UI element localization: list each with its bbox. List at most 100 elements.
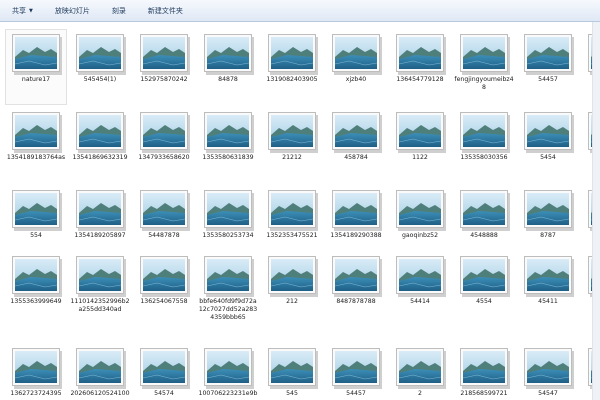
file-item[interactable]: 1353580631839 [198, 108, 258, 182]
file-item[interactable]: 13541869632319 [70, 108, 130, 182]
landscape-photo-icon [335, 37, 377, 69]
landscape-photo-icon [527, 351, 569, 383]
file-item[interactable]: 1347933658620 [134, 108, 194, 182]
file-item[interactable]: 545454(1) [70, 30, 130, 104]
landscape-photo-icon [15, 259, 57, 291]
file-item[interactable]: 54574 [134, 344, 194, 400]
file-item[interactable]: 84878 [198, 30, 258, 104]
file-item[interactable]: 1355363999649 [6, 252, 66, 326]
vertical-scrollbar[interactable] [592, 22, 600, 400]
landscape-photo-icon [463, 351, 505, 383]
file-item[interactable]: 1354189205897 [70, 186, 130, 260]
file-item[interactable]: 4 [582, 186, 592, 260]
file-thumbnail [460, 34, 508, 72]
new-folder-label: 新建文件夹 [147, 6, 183, 15]
landscape-photo-icon [463, 37, 505, 69]
landscape-photo-icon [335, 115, 377, 147]
file-item[interactable]: 1354 [582, 252, 592, 326]
file-item[interactable]: 1362723724395 [6, 344, 66, 400]
file-item[interactable]: 5454 [518, 108, 578, 182]
file-item[interactable]: 54487878 [134, 186, 194, 260]
landscape-photo-icon [207, 351, 249, 383]
landscape-photo-icon [207, 193, 249, 225]
file-item[interactable]: gaoqinbz52 [390, 186, 450, 260]
file-item[interactable]: 45411 [518, 252, 578, 326]
file-item[interactable]: 458784 [326, 108, 386, 182]
file-item[interactable]: 212 [262, 252, 322, 326]
file-item[interactable]: 54414 [390, 252, 450, 326]
file-thumbnail [76, 190, 124, 228]
file-name: nature17 [21, 76, 51, 83]
file-item[interactable]: 100706223231e9b [198, 344, 258, 400]
file-name: bbfe640fd9f9d72a12c7027dd52a2834359bbb65 [198, 298, 258, 321]
file-name: 1110142352996b2a255dd340ad [70, 298, 130, 313]
file-item[interactable]: nature17 [5, 29, 67, 105]
slideshow-button[interactable]: 放映幻灯片 [49, 4, 96, 18]
landscape-photo-icon [79, 193, 121, 225]
file-name: 84878 [218, 76, 238, 83]
file-item[interactable] [582, 344, 592, 400]
landscape-photo-icon [143, 351, 185, 383]
file-item[interactable]: 8787 [518, 186, 578, 260]
file-item[interactable]: 1319082403905 [262, 30, 322, 104]
burn-button[interactable]: 刻录 [106, 4, 132, 18]
file-thumbnail [204, 348, 252, 386]
file-thumbnail [76, 112, 124, 150]
file-name: fengjingyoumeibz48 [454, 76, 514, 91]
file-thumbnail [140, 190, 188, 228]
file-item[interactable]: 54457 [518, 30, 578, 104]
file-item[interactable]: fengjingyoumeibz48 [454, 30, 514, 104]
file-thumbnail [76, 348, 124, 386]
file-name: 4 [582, 232, 592, 240]
landscape-photo-icon [399, 193, 441, 225]
file-item[interactable]: 4548888 [454, 186, 514, 260]
file-item[interactable]: xjzb40 [326, 30, 386, 104]
file-name: 1319082403905 [266, 76, 318, 83]
file-item[interactable]: 8487878788 [326, 252, 386, 326]
file-item[interactable]: 136254067558 [134, 252, 194, 326]
file-name: 1347933658620 [138, 154, 190, 161]
landscape-photo-icon [335, 259, 377, 291]
file-thumbnail [396, 34, 444, 72]
file-name: 554 [30, 232, 42, 239]
file-item[interactable]: 554 [6, 186, 66, 260]
file-item[interactable]: 152975870242 [134, 30, 194, 104]
file-item[interactable]: bbfe640fd9f9d72a12c7027dd52a2834359bbb65 [198, 252, 258, 326]
file-thumbnail [76, 256, 124, 294]
file-thumbnail [396, 190, 444, 228]
file-item[interactable]: 1354189290388 [326, 186, 386, 260]
file-thumbnail [12, 348, 60, 386]
file-item[interactable]: 1122 [390, 108, 450, 182]
file-thumbnail [204, 112, 252, 150]
file-item[interactable]: 54457 [326, 344, 386, 400]
file-item[interactable]: 1354 [582, 30, 592, 104]
file-item[interactable]: 5 [582, 108, 592, 182]
file-item[interactable]: 136454779128 [390, 30, 450, 104]
file-item[interactable]: 4554 [454, 252, 514, 326]
file-name: 136254067558 [140, 298, 188, 305]
file-item[interactable]: 1352353475521 [262, 186, 322, 260]
file-item[interactable]: 1110142352996b2a255dd340ad [70, 252, 130, 326]
new-folder-button[interactable]: 新建文件夹 [142, 4, 189, 18]
share-button[interactable]: 共享 ▼ [6, 4, 39, 18]
file-item[interactable]: 1353580253734 [198, 186, 258, 260]
landscape-photo-icon [271, 115, 313, 147]
file-thumbnail [268, 256, 316, 294]
file-thumbnail [268, 348, 316, 386]
landscape-photo-icon [15, 115, 57, 147]
file-item[interactable]: 21212 [262, 108, 322, 182]
file-name: 100706223231e9b [198, 390, 258, 397]
file-thumbnail [524, 112, 572, 150]
file-item[interactable]: 2 [390, 344, 450, 400]
file-name: 1352353475521 [266, 232, 318, 239]
file-item[interactable]: 1354189183764as [6, 108, 66, 182]
file-item[interactable]: 545 [262, 344, 322, 400]
file-name: 54457 [538, 76, 558, 83]
file-item[interactable]: 135358030356 [454, 108, 514, 182]
file-name: 8787 [540, 232, 556, 239]
file-item[interactable]: 202606120524100 [70, 344, 130, 400]
file-item[interactable]: 218568599721 [454, 344, 514, 400]
file-item[interactable]: 54547 [518, 344, 578, 400]
file-thumbnail [140, 256, 188, 294]
file-name: 54457 [346, 390, 366, 397]
